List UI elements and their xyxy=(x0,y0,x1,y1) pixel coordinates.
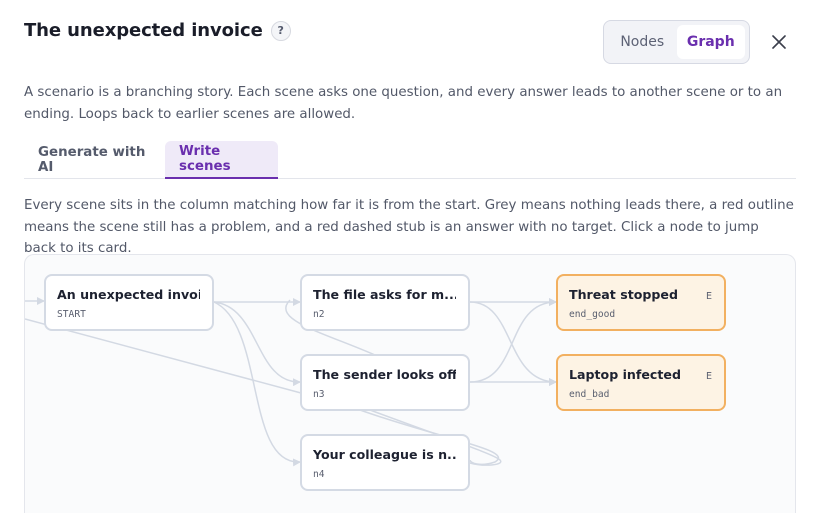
scenario-graph: An unexpected invoice START The file ask… xyxy=(24,254,796,513)
node-title: Laptop infected xyxy=(569,367,681,382)
close-button[interactable] xyxy=(769,32,789,52)
view-toggle: Nodes Graph xyxy=(603,20,750,64)
node-title: The file asks for m... xyxy=(313,287,456,302)
ending-tag: E xyxy=(705,291,712,302)
node-title: Threat stopped xyxy=(569,287,678,302)
page-title: The unexpected invoice xyxy=(24,20,263,41)
node-title: An unexpected invoice xyxy=(57,287,200,302)
graph-node-end-good[interactable]: Threat stopped end_good E xyxy=(556,274,726,331)
edge-start-to-n4 xyxy=(213,301,301,467)
intro-text: A scenario is a branching story. Each sc… xyxy=(24,85,783,122)
ending-tag: E xyxy=(705,371,712,382)
graph-node-start[interactable]: An unexpected invoice START xyxy=(44,274,214,331)
close-icon xyxy=(772,35,786,49)
node-title: Your colleague is n... xyxy=(313,447,456,462)
node-id: n4 xyxy=(313,469,325,480)
help-icon[interactable]: ? xyxy=(270,20,291,41)
edge-n3-to-end-good xyxy=(469,298,557,383)
graph-node-end-bad[interactable]: Laptop infected end_bad E xyxy=(556,354,726,411)
scenario-modal: The unexpected invoice ? Nodes Graph A s… xyxy=(0,0,820,513)
graph-node-n4[interactable]: Your colleague is n... n4 xyxy=(300,434,470,491)
tab-bar: Generate with AI Write scenes xyxy=(24,141,796,179)
modal-header: The unexpected invoice ? xyxy=(24,20,291,41)
graph-explanation: Every scene sits in the column matching … xyxy=(24,198,794,256)
graph-view-button[interactable]: Graph xyxy=(676,25,745,59)
tab-generate-with-ai[interactable]: Generate with AI xyxy=(24,141,162,179)
node-id: end_bad xyxy=(569,389,610,400)
node-id: n2 xyxy=(313,309,325,320)
node-title: The sender looks off xyxy=(313,367,456,382)
node-id: end_good xyxy=(569,309,616,320)
node-id: n3 xyxy=(313,389,325,400)
graph-node-n2[interactable]: The file asks for m... n2 xyxy=(300,274,470,331)
tab-write-scenes[interactable]: Write scenes xyxy=(165,141,278,179)
node-id: START xyxy=(57,309,86,320)
nodes-view-button[interactable]: Nodes xyxy=(608,25,677,59)
graph-node-n3[interactable]: The sender looks off n3 xyxy=(300,354,470,411)
